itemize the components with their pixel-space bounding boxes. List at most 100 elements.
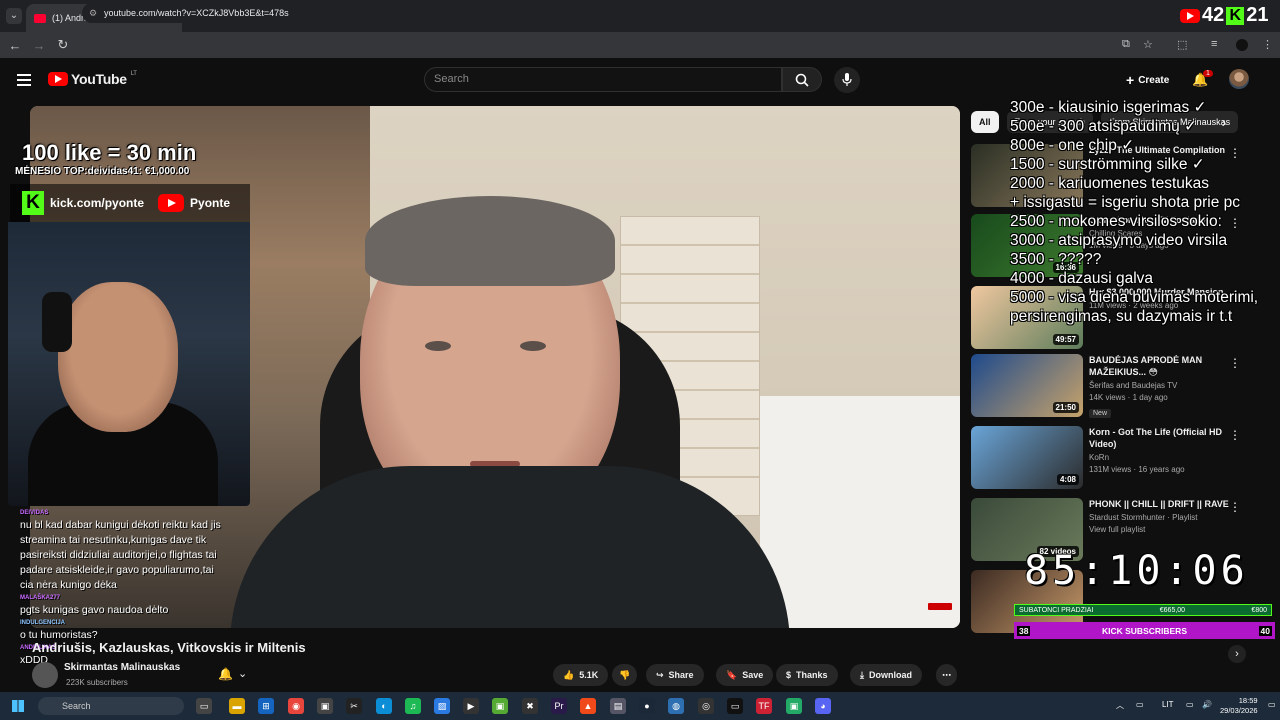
like-goal: 100 like = 30 min [22,140,197,165]
hamburger-menu-icon[interactable] [17,74,31,76]
url-bar[interactable]: ⚙ youtube.com/watch?v=XCZkJ8Vbb3E&t=478s [82,3,1110,23]
video-info: PHONK || CHILL || DRIFT || RAVE Stardust … [1089,498,1239,534]
app-icon[interactable]: ◍ [668,698,684,714]
goal-line: 500e - 300 atsispaudimų ✓ [1010,118,1198,135]
keyboard-language[interactable]: LIT [1162,700,1174,709]
search-input[interactable]: Search [424,67,782,92]
site-info-icon[interactable]: ⚙ [89,3,97,23]
search-icon [795,73,809,87]
chip-all[interactable]: All [971,111,999,133]
spotify-icon[interactable]: ♫ [405,698,421,714]
carousel-next-icon[interactable]: › [1228,645,1246,663]
taskbar-clock[interactable]: 18:59 29/03/2026 [1220,696,1258,716]
speaker-eye-left [425,341,451,351]
chevron-down-icon[interactable]: ⌄ [238,667,247,680]
reload-icon[interactable]: ↻ [51,37,75,53]
app-icon[interactable]: ✖ [522,698,538,714]
windows-start-icon[interactable] [12,700,24,712]
terminal-icon[interactable]: ▶ [463,698,479,714]
network-icon[interactable]: ▭ [1186,700,1194,709]
download-button[interactable]: ⤓ Download [850,664,922,686]
tab-search-button[interactable]: ⌄ [6,8,22,24]
goal-line: 3000 - atsiprasymo video virsila [1010,232,1228,249]
video-title[interactable]: BAUDĖJAS APRODĖ MAN MAŽEIKIUS... 😳 [1089,354,1239,378]
new-badge: New [1089,409,1112,418]
subathon-timer: 85:10:06 [1024,548,1249,594]
file-explorer-icon[interactable]: ▭ [196,698,212,714]
store-icon[interactable]: ⊞ [258,698,274,714]
channel-avatar[interactable] [32,662,58,688]
video-thumbnail[interactable]: 21:50 [971,354,1083,417]
video-thumbnail[interactable]: 4:08 [971,426,1083,489]
kick-counter: 21 [1246,4,1269,26]
app-icon[interactable]: ▤ [610,698,626,714]
menu-icon[interactable]: ⋮ [1262,38,1273,51]
discord-icon[interactable]: ◕ [815,698,831,714]
recommendation-item[interactable]: 21:50 BAUDĖJAS APRODĖ MAN MAŽEIKIUS... 😳 Š… [971,354,1271,418]
forward-icon[interactable]: → [27,38,51,53]
tf-icon[interactable]: TF [756,698,772,714]
video-channel[interactable]: Šerifas and Baudejas TV [1089,381,1239,390]
save-button[interactable]: 🔖 Save [716,664,774,686]
more-vertical-icon[interactable]: ⋮ [1229,500,1241,514]
brave-icon[interactable]: ▲ [580,698,596,714]
photos-icon[interactable]: ▨ [434,698,450,714]
media-icon[interactable]: ≡ [1211,38,1217,50]
app-icon[interactable]: ▣ [317,698,333,714]
channel-name[interactable]: Skirmantas Malinauskas [64,662,180,673]
tray-app-icon[interactable]: ▭ [1136,700,1144,709]
video-info: BAUDĖJAS APRODĖ MAN MAŽEIKIUS... 😳 Šerifa… [1089,354,1239,420]
goal-line: 5000 - visa diena buvimas moterimi, [1010,289,1259,306]
search-button[interactable] [782,67,822,92]
cast-icon[interactable]: ⧉ [1122,38,1130,51]
back-icon[interactable]: ← [3,38,27,53]
chat-username: INDULGENCIJA [20,620,66,626]
share-button[interactable]: ↪ Share [646,664,704,686]
share-label: Share [668,670,694,680]
tray-chevron-icon[interactable]: ︿ [1116,700,1124,711]
create-button[interactable]: + Create [1118,68,1177,92]
social-handles: K kick.com/pyonte Pyonte [10,184,250,222]
premiere-icon[interactable]: Pr [551,698,567,714]
capcut-icon[interactable]: ✂ [346,698,362,714]
dislike-button[interactable]: 👎 [612,664,638,686]
donation-goals: 300e - kiausinio isgerimas ✓ 500e - 300 a… [1010,98,1280,326]
voice-search-button[interactable] [834,67,860,93]
avatar[interactable] [1229,69,1249,89]
extensions-icon[interactable]: ⬚ [1177,38,1187,51]
goal-line: 2000 - kariuomenes testukas [1010,175,1210,192]
more-vertical-icon[interactable]: ⋮ [1229,356,1241,370]
video-title[interactable]: PHONK || CHILL || DRIFT || RAVE [1089,498,1239,510]
thanks-button[interactable]: $ Thanks [776,664,838,686]
more-vertical-icon[interactable]: ⋮ [1229,428,1241,442]
thanks-label: Thanks [796,670,828,680]
goal-line: 300e - kiausinio isgerimas ✓ [1010,99,1207,116]
recommendation-item[interactable]: 4:08 Korn - Got The Life (Official HD Vid… [971,426,1271,490]
edge-icon[interactable]: ◐ [376,698,392,714]
video-meta: 14K views · 1 day ago [1089,393,1168,402]
youtube-logo[interactable]: YouTube LT [48,71,137,87]
app-icon[interactable]: ▣ [492,698,508,714]
volume-icon[interactable]: 🔊 [1202,700,1212,709]
share-icon: ↪ [656,669,664,680]
chrome-icon[interactable]: ◉ [288,698,304,714]
like-button[interactable]: 👍 5.1K [553,664,609,686]
steam-icon[interactable]: ● [639,698,655,714]
obs-icon[interactable]: ◎ [698,698,714,714]
notification-bell-icon[interactable]: 🔔 [218,667,233,681]
folder-icon[interactable]: ▬ [229,698,245,714]
goal-line: 3500 - ????? [1010,251,1102,268]
video-title[interactable]: Korn - Got The Life (Official HD Video) [1089,426,1239,450]
taskbar-search-input[interactable]: Search [38,697,184,715]
bookmark-star-icon[interactable]: ☆ [1143,38,1153,51]
subscribe-watermark[interactable] [928,603,952,610]
video-channel[interactable]: Stardust Stormhunter · Playlist [1089,513,1239,522]
more-actions-button[interactable]: ⋯ [936,664,957,686]
terminal-icon[interactable]: ▭ [727,698,743,714]
app-icon[interactable]: ▣ [786,698,802,714]
video-info: Korn - Got The Life (Official HD Video) K… [1089,426,1239,474]
video-channel[interactable]: KoRn [1089,453,1239,462]
goal-line: 2500 - mokomes virsilos sokio: [1010,213,1222,230]
notifications-icon[interactable]: ▭ [1268,700,1276,709]
profile-icon[interactable] [1236,39,1248,51]
